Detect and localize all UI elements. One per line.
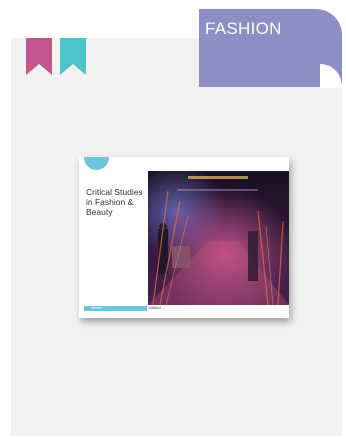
- category-label: FASHION: [205, 19, 282, 38]
- journal-cover[interactable]: Critical Studies in Fashion & Beauty int…: [79, 157, 289, 318]
- cover-publisher-label: intellect: [91, 306, 102, 310]
- pink-bookmark-icon[interactable]: [26, 38, 52, 75]
- cover-journal-label: Intellect: [149, 306, 161, 310]
- cover-photo: [148, 171, 289, 305]
- teal-bookmark-icon[interactable]: [60, 38, 86, 75]
- cover-title: Critical Studies in Fashion & Beauty: [86, 187, 143, 217]
- cover-badge: [84, 157, 109, 170]
